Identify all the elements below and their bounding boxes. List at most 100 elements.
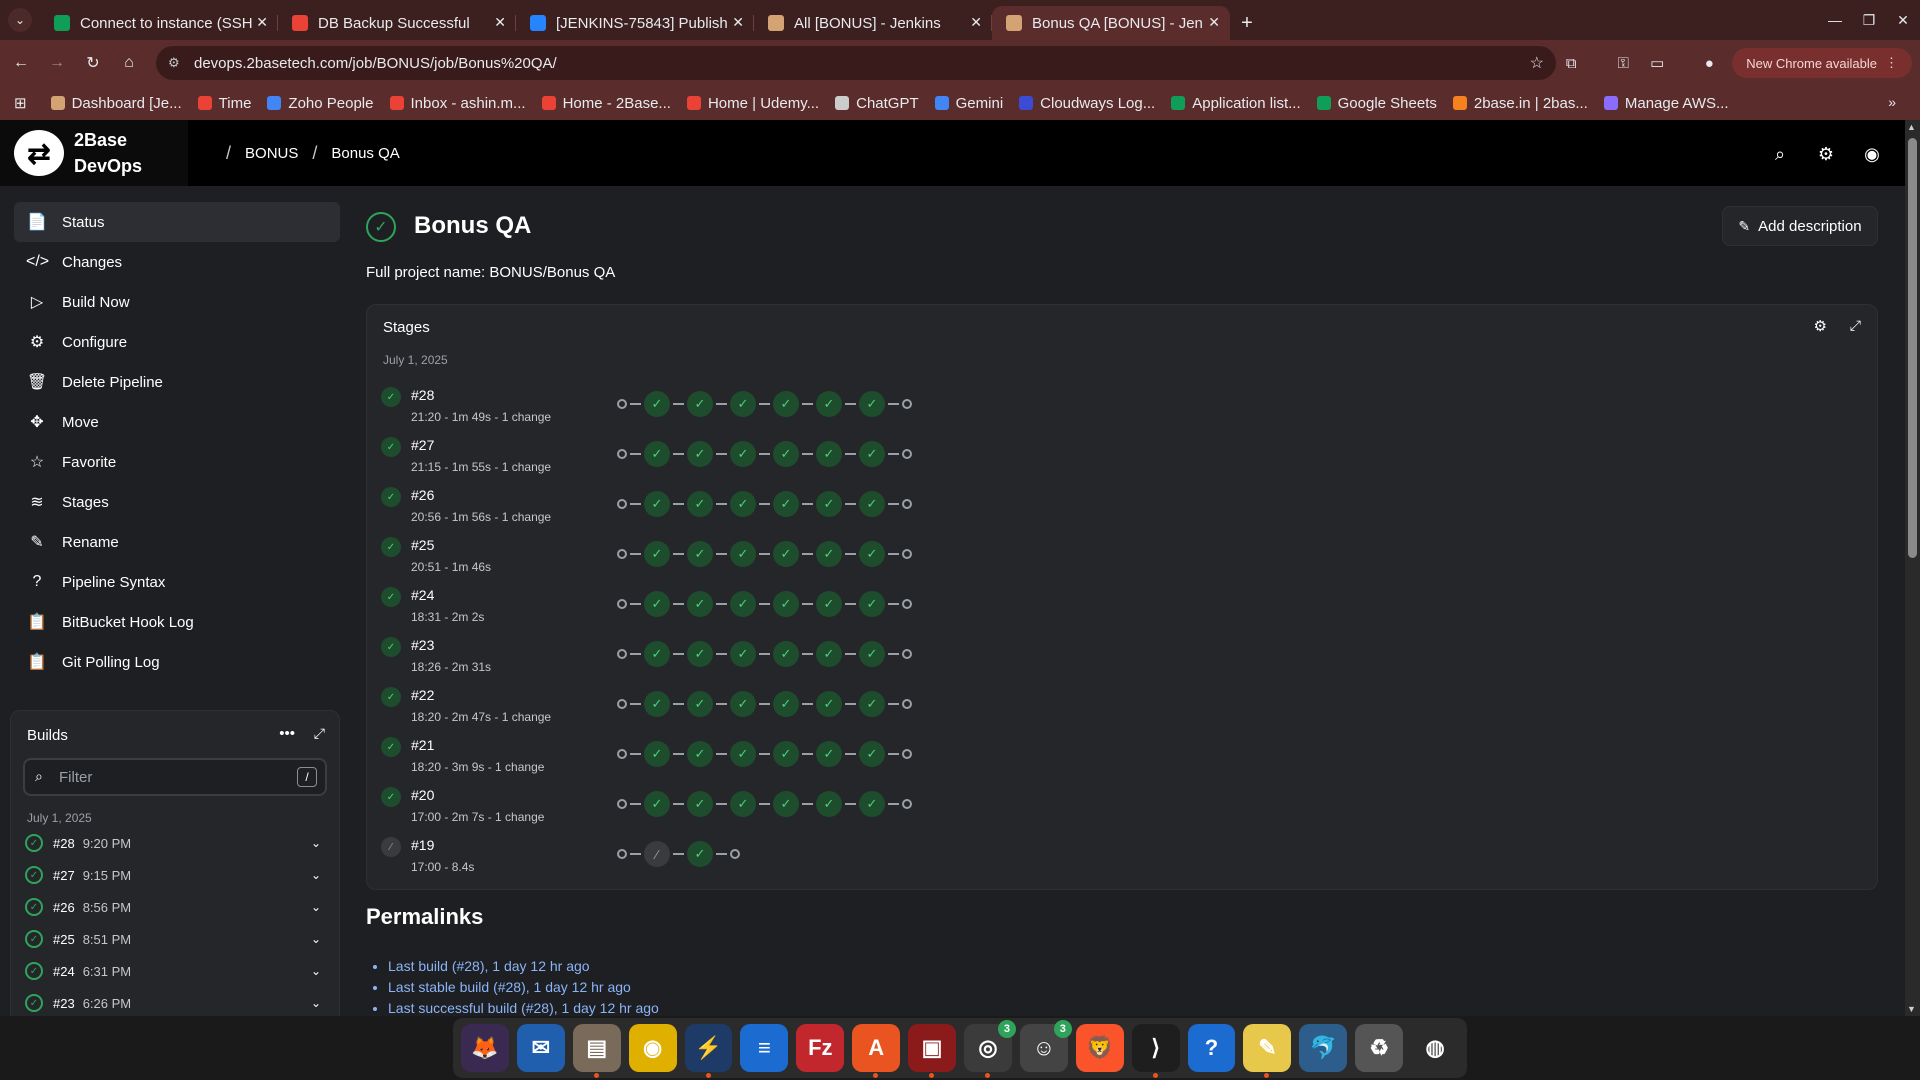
build-row[interactable]: ✓ #24 6:31 PM ⌄ <box>25 955 329 987</box>
home-icon[interactable]: ⌂ <box>114 48 144 78</box>
app-center-icon[interactable]: A <box>852 1024 901 1078</box>
new-tab-button[interactable]: + <box>1230 6 1264 40</box>
expand-icon[interactable]: ⤢ <box>314 725 325 742</box>
stage-success-icon[interactable]: ✓ <box>687 841 713 867</box>
browser-tab[interactable]: [JENKINS-75843] Publish ✕ <box>516 6 754 40</box>
chevron-down-icon[interactable]: ⌄ <box>311 868 321 882</box>
scroll-up-icon[interactable]: ▲ <box>1907 122 1916 132</box>
back-icon[interactable]: ← <box>6 48 36 78</box>
scrollbar-thumb[interactable] <box>1908 138 1917 558</box>
stage-success-icon[interactable]: ✓ <box>773 491 799 517</box>
sidebar-item-stages[interactable]: ≋ Stages <box>14 482 340 522</box>
apps-grid-icon[interactable]: ⊞ <box>14 94 27 112</box>
close-tab-icon[interactable]: ✕ <box>1208 14 1220 31</box>
bookmark-item[interactable]: Inbox - ashin.m... <box>389 95 526 112</box>
stage-success-icon[interactable]: ✓ <box>773 791 799 817</box>
sidebar-item-pipeline-syntax[interactable]: ? Pipeline Syntax <box>14 562 340 602</box>
stage-success-icon[interactable]: ✓ <box>816 741 842 767</box>
chevron-down-icon[interactable]: ⌄ <box>311 900 321 914</box>
stage-success-icon[interactable]: ✓ <box>644 641 670 667</box>
stage-success-icon[interactable]: ✓ <box>687 591 713 617</box>
browser-tab[interactable]: Bonus QA [BONUS] - Jen ✕ <box>992 6 1230 40</box>
run-number[interactable]: #26 <box>411 487 434 503</box>
brave-icon[interactable]: 🦁 <box>1075 1024 1124 1072</box>
bookmark-item[interactable]: Home | Udemy... <box>686 95 819 112</box>
stage-success-icon[interactable]: ✓ <box>644 441 670 467</box>
run-number[interactable]: #24 <box>411 587 434 603</box>
stage-success-icon[interactable]: ✓ <box>859 441 885 467</box>
site-info-icon[interactable]: ⚙ <box>168 55 180 71</box>
tab-groups-icon[interactable]: ▭ <box>1640 46 1674 80</box>
bookmark-item[interactable]: Time <box>197 95 251 112</box>
password-key-icon[interactable]: ⚿ <box>1606 46 1640 80</box>
stage-success-icon[interactable]: ✓ <box>730 591 756 617</box>
stage-success-icon[interactable]: ✓ <box>816 641 842 667</box>
build-row[interactable]: ✓ #25 8:51 PM ⌄ <box>25 923 329 955</box>
browser-tab[interactable]: DB Backup Successful ✕ <box>278 6 516 40</box>
stage-run-row[interactable]: ✓ #27 21:15 - 1m 55s - 1 change ✓ ✓ ✓ ✓ ✓ ✓ <box>381 431 1861 481</box>
stage-run-row[interactable]: ✓ #22 18:20 - 2m 47s - 1 change ✓ ✓ ✓ ✓ ✓ ✓ <box>381 681 1861 731</box>
stage-success-icon[interactable]: ✓ <box>644 591 670 617</box>
files-icon[interactable]: ▤ <box>572 1024 621 1078</box>
more-options-icon[interactable]: ••• <box>279 725 295 742</box>
profile-avatar[interactable]: ● <box>1692 46 1726 80</box>
sidebar-item-build-now[interactable]: ▷ Build Now <box>14 282 340 322</box>
bookmark-item[interactable]: Home - 2Base... <box>541 95 671 112</box>
mysql-workbench-icon[interactable]: 🐬 <box>1299 1024 1348 1072</box>
stage-success-icon[interactable]: ✓ <box>687 391 713 417</box>
bookmark-item[interactable]: Manage AWS... <box>1603 95 1729 112</box>
stage-success-icon[interactable]: ✓ <box>816 591 842 617</box>
chevron-down-icon[interactable]: ⌄ <box>311 836 321 850</box>
bookmark-item[interactable]: Dashboard [Je... <box>50 95 182 112</box>
stage-success-icon[interactable]: ✓ <box>644 391 670 417</box>
stage-success-icon[interactable]: ✓ <box>816 691 842 717</box>
stage-run-row[interactable]: ✓ #25 20:51 - 1m 46s ✓ ✓ ✓ ✓ ✓ ✓ <box>381 531 1861 581</box>
rhythmbox-icon[interactable]: ◉ <box>628 1024 677 1072</box>
stage-success-icon[interactable]: ✓ <box>730 441 756 467</box>
writer-icon[interactable]: ≡ <box>740 1024 789 1072</box>
breadcrumb-bonus[interactable]: BONUS <box>245 145 298 162</box>
firefox-icon[interactable]: 🦊 <box>461 1024 509 1072</box>
stage-success-icon[interactable]: ✓ <box>687 741 713 767</box>
stage-success-icon[interactable]: ✓ <box>730 641 756 667</box>
close-tab-icon[interactable]: ✕ <box>494 14 506 31</box>
stage-success-icon[interactable]: ✓ <box>730 791 756 817</box>
stage-success-icon[interactable]: ✓ <box>773 391 799 417</box>
stage-success-icon[interactable]: ✓ <box>644 541 670 567</box>
trash-icon[interactable]: ♻ <box>1355 1024 1404 1072</box>
remmina-icon[interactable]: ⚡ <box>684 1024 733 1078</box>
stage-skipped-icon[interactable]: ⁄ <box>644 841 670 867</box>
build-row[interactable]: ✓ #26 8:56 PM ⌄ <box>25 891 329 923</box>
stage-success-icon[interactable]: ✓ <box>816 441 842 467</box>
permalink-link[interactable]: Last build (#28), 1 day 12 hr ago <box>388 958 590 974</box>
minimize-icon[interactable]: — <box>1818 0 1852 40</box>
user-account-icon[interactable]: ◉ <box>1849 138 1895 170</box>
stage-success-icon[interactable]: ✓ <box>687 541 713 567</box>
bookmark-star-icon[interactable]: ☆ <box>1530 53 1544 73</box>
stage-success-icon[interactable]: ✓ <box>816 541 842 567</box>
stage-success-icon[interactable]: ✓ <box>859 741 885 767</box>
stage-success-icon[interactable]: ✓ <box>687 791 713 817</box>
build-row[interactable]: ✓ #28 9:20 PM ⌄ <box>25 827 329 859</box>
vscode-icon[interactable]: ⟩ <box>1131 1024 1180 1078</box>
stage-success-icon[interactable]: ✓ <box>859 791 885 817</box>
filezilla-icon[interactable]: Fz <box>796 1024 845 1072</box>
builds-filter-input[interactable]: ⌕ Filter / <box>23 758 327 796</box>
sidebar-item-bitbucket-hook-log[interactable]: 📋 BitBucket Hook Log <box>14 602 340 642</box>
run-number[interactable]: #22 <box>411 687 434 703</box>
close-tab-icon[interactable]: ✕ <box>970 14 982 31</box>
run-number[interactable]: #20 <box>411 787 434 803</box>
bookmark-item[interactable]: ChatGPT <box>835 95 919 112</box>
sidebar-item-rename[interactable]: ✎ Rename <box>14 522 340 562</box>
stage-success-icon[interactable]: ✓ <box>730 541 756 567</box>
scroll-down-icon[interactable]: ▼ <box>1907 1004 1916 1014</box>
build-row[interactable]: ✓ #23 6:26 PM ⌄ <box>25 987 329 1016</box>
stage-success-icon[interactable]: ✓ <box>687 441 713 467</box>
stage-success-icon[interactable]: ✓ <box>687 691 713 717</box>
stage-success-icon[interactable]: ✓ <box>773 691 799 717</box>
stage-success-icon[interactable]: ✓ <box>730 391 756 417</box>
run-number[interactable]: #21 <box>411 737 434 753</box>
more-bookmarks-icon[interactable]: » <box>1888 94 1896 110</box>
stage-success-icon[interactable]: ✓ <box>644 791 670 817</box>
add-description-button[interactable]: ✎ Add description <box>1722 206 1878 246</box>
